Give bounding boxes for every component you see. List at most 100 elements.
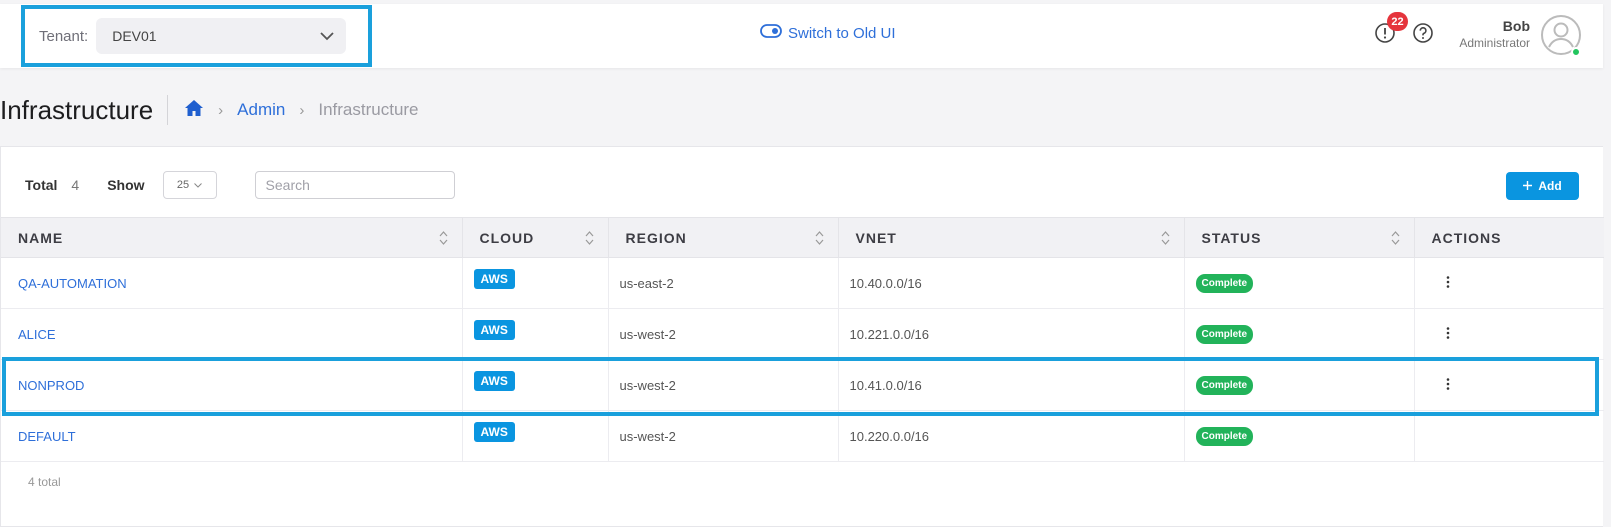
status-badge: Complete: [1195, 324, 1254, 344]
column-header-region[interactable]: REGION: [607, 217, 838, 258]
cell-status: Complete: [1183, 308, 1414, 360]
show-label: Show: [107, 177, 145, 193]
switch-old-ui-link[interactable]: Switch to Old UI: [760, 24, 896, 42]
home-icon[interactable]: [184, 99, 204, 122]
cell-name: QA-AUTOMATION: [1, 257, 462, 309]
top-header: Tenant: DEV01 Switch to Old UI 22 Bob Ad…: [0, 4, 1603, 68]
add-button[interactable]: Add: [1506, 172, 1579, 200]
row-name-link[interactable]: ALICE: [18, 327, 56, 342]
row-name-link[interactable]: QA-AUTOMATION: [18, 276, 127, 291]
toggle-icon: [760, 24, 782, 42]
column-header-label: NAME: [18, 229, 64, 246]
header-icons: 22: [1374, 12, 1436, 48]
page-title: Infrastructure: [0, 95, 169, 125]
total-label: Total: [25, 177, 58, 193]
cell-cloud: AWS: [461, 410, 608, 462]
alert-circle-icon: [1374, 23, 1396, 48]
cell-region: us-west-2: [607, 359, 838, 411]
cloud-badge: AWS: [473, 371, 515, 391]
cell-cloud: AWS: [461, 359, 608, 411]
sort-icon: [1391, 231, 1400, 248]
column-header-label: VNET: [855, 229, 897, 246]
page-size-value: 25: [176, 179, 190, 191]
table-toolbar: Total 4 Show 25: [25, 171, 455, 199]
cell-cloud: AWS: [461, 257, 608, 309]
infrastructure-table: NAME CLOUD REGION VNET STATUS ACTIONS QA…: [1, 217, 1604, 462]
cell-vnet: 10.220.0.0/16: [837, 410, 1184, 462]
kebab-menu-icon[interactable]: [1446, 326, 1450, 342]
cloud-badge: AWS: [473, 320, 515, 340]
column-header-status[interactable]: STATUS: [1183, 217, 1414, 258]
cell-region: us-west-2: [607, 410, 838, 462]
column-header-label: ACTIONS: [1431, 229, 1502, 246]
kebab-menu-icon[interactable]: [1446, 377, 1450, 393]
cell-actions: [1413, 359, 1604, 411]
row-name-link[interactable]: NONPROD: [18, 378, 84, 393]
cloud-badge: AWS: [473, 269, 515, 289]
status-badge: Complete: [1195, 273, 1254, 293]
tenant-value: DEV01: [112, 28, 157, 44]
cell-name: NONPROD: [1, 359, 462, 411]
breadcrumb: › Admin › Infrastructure: [184, 99, 419, 122]
title-row: Infrastructure › Admin › Infrastructure: [0, 92, 419, 128]
user-info[interactable]: Bob Administrator: [1440, 18, 1530, 50]
column-header-name[interactable]: NAME: [1, 217, 462, 258]
kebab-menu-icon[interactable]: [1446, 275, 1450, 291]
cell-name: ALICE: [1, 308, 462, 360]
cell-name: DEFAULT: [1, 410, 462, 462]
notifications-button[interactable]: 22: [1374, 12, 1408, 48]
add-button-label: Add: [1538, 179, 1562, 193]
cloud-badge: AWS: [473, 422, 515, 442]
tenant-dropdown[interactable]: DEV01: [96, 18, 347, 54]
avatar[interactable]: [1540, 14, 1582, 57]
column-header-vnet[interactable]: VNET: [837, 217, 1184, 258]
help-button[interactable]: [1412, 22, 1436, 46]
chevron-down-icon: [194, 179, 203, 191]
breadcrumb-admin[interactable]: Admin: [237, 100, 285, 120]
cell-cloud: AWS: [461, 308, 608, 360]
notification-count-badge: 22: [1387, 12, 1408, 31]
column-header-cloud[interactable]: CLOUD: [461, 217, 608, 258]
breadcrumb-separator-icon: ›: [299, 101, 305, 119]
cell-actions: [1413, 308, 1604, 360]
infrastructure-card: Total 4 Show 25 Add NAME CLOUD: [0, 146, 1604, 527]
cell-region: us-east-2: [607, 257, 838, 309]
breadcrumb-separator-icon: ›: [218, 101, 224, 119]
cell-status: Complete: [1183, 257, 1414, 309]
cell-actions: [1413, 410, 1604, 462]
tenant-selector-group: Tenant: DEV01: [21, 5, 372, 67]
user-role: Administrator: [1459, 36, 1530, 50]
table-row[interactable]: DEFAULT AWS us-west-2 10.220.0.0/16 Comp…: [1, 410, 1604, 462]
cell-status: Complete: [1183, 410, 1414, 462]
status-badge: Complete: [1195, 375, 1254, 395]
status-badge: Complete: [1195, 426, 1254, 446]
cell-vnet: 10.40.0.0/16: [837, 257, 1184, 309]
plus-icon: [1523, 179, 1533, 193]
cell-vnet: 10.221.0.0/16: [837, 308, 1184, 360]
chevron-down-icon: [320, 31, 334, 41]
breadcrumb-current: Infrastructure: [318, 100, 419, 119]
user-name: Bob: [1502, 18, 1530, 34]
sort-icon: [585, 231, 594, 248]
column-header-label: REGION: [625, 229, 687, 246]
tenant-label: Tenant:: [39, 27, 89, 45]
online-status-dot: [1571, 47, 1581, 57]
table-row[interactable]: ALICE AWS us-west-2 10.221.0.0/16 Comple…: [1, 308, 1604, 360]
sort-icon: [1161, 231, 1170, 248]
help-circle-icon: [1412, 23, 1434, 48]
cell-vnet: 10.41.0.0/16: [837, 359, 1184, 411]
sort-icon: [815, 231, 824, 248]
table-row[interactable]: QA-AUTOMATION AWS us-east-2 10.40.0.0/16…: [1, 257, 1604, 309]
cell-actions: [1413, 257, 1604, 309]
table-header-row: NAME CLOUD REGION VNET STATUS ACTIONS: [1, 217, 1604, 258]
column-header-label: CLOUD: [479, 229, 535, 246]
switch-old-ui-label: Switch to Old UI: [788, 24, 896, 42]
column-header-actions: ACTIONS: [1413, 217, 1604, 258]
table-footer-total: 4 total: [28, 475, 61, 489]
cell-status: Complete: [1183, 359, 1414, 411]
page-size-select[interactable]: 25: [162, 171, 217, 199]
row-name-link[interactable]: DEFAULT: [18, 429, 76, 444]
cell-region: us-west-2: [607, 308, 838, 360]
table-row[interactable]: NONPROD AWS us-west-2 10.41.0.0/16 Compl…: [1, 359, 1604, 411]
search-input[interactable]: [254, 171, 455, 199]
